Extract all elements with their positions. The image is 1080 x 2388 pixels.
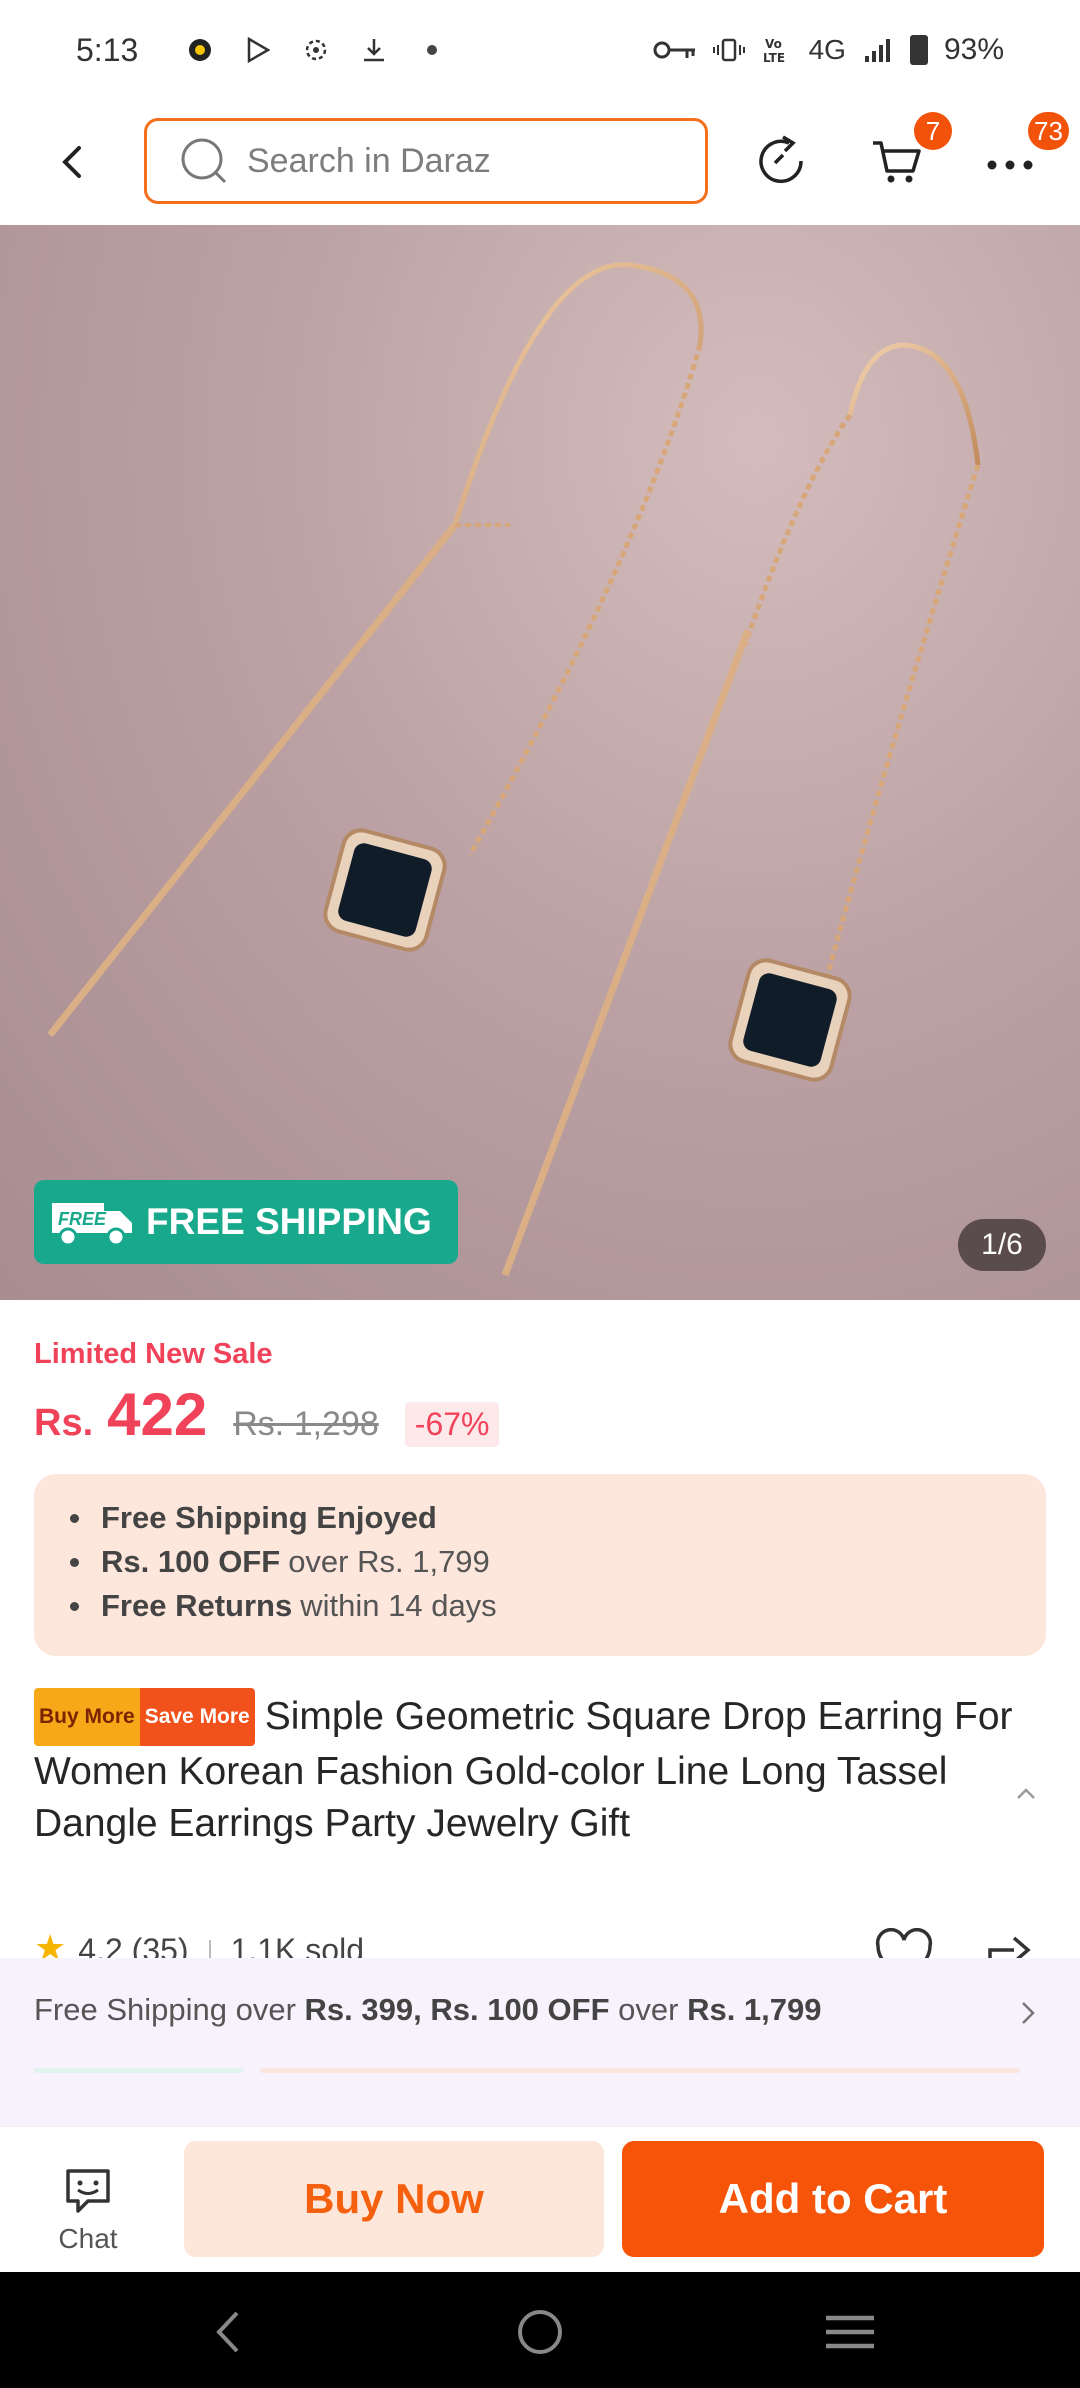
free-shipping-label: FREE SHIPPING [146, 1201, 432, 1242]
chat-button[interactable]: Chat [40, 2165, 136, 2255]
search-input[interactable]: Search in Daraz [144, 118, 708, 204]
save-more-tag: Save More [139, 1688, 255, 1746]
chat-label: Chat [58, 2223, 118, 2254]
download-icon [358, 34, 390, 66]
earrings-illustration [47, 262, 981, 1277]
play-store-icon [242, 34, 274, 66]
sold-count: 1.1K sold [230, 1932, 364, 1958]
status-bar: 5:13 Vo LTE 4G 93% [0, 0, 1080, 100]
benefit-item: Free Shipping Enjoyed [70, 1496, 1046, 1540]
signal-icon [862, 34, 894, 66]
vibrate-icon [712, 34, 745, 66]
benefits-box[interactable]: Free Shipping Enjoyed Rs. 100 OFF over Rs… [34, 1474, 1046, 1656]
more-badge: 73 [1028, 112, 1069, 150]
buy-more-tag: Buy More [34, 1688, 140, 1746]
product-title: Buy More Save More Simple Geometric Square… [34, 1688, 1014, 1850]
refresh-button[interactable] [750, 130, 812, 192]
nav-recents-icon [826, 2315, 874, 2349]
share-icon[interactable] [984, 1928, 1040, 1958]
back-arrow-icon [62, 146, 81, 178]
current-price: 422 [107, 1381, 208, 1448]
rating-row[interactable]: ★ 4.2 (35) 1.1K sold [34, 1928, 364, 1958]
collapse-title-button[interactable] [1012, 1780, 1040, 1808]
wishlist-heart-icon[interactable] [874, 1928, 934, 1958]
benefit-item: Free Returns within 14 days [70, 1584, 1046, 1628]
network-type: 4G [808, 34, 846, 65]
shipping-promo-strip[interactable]: Free Shipping over Rs. 399, Rs. 100 OFF … [0, 1958, 1080, 2126]
dot-icon [416, 34, 448, 66]
nav-back-icon [216, 2311, 239, 2353]
search-placeholder: Search in Daraz [247, 141, 491, 180]
star-icon: ★ [34, 1928, 67, 1958]
system-nav-bar [0, 2272, 1080, 2388]
benefit-item: Rs. 100 OFF over Rs. 1,799 [70, 1540, 1046, 1584]
promo-label: Limited New Sale [34, 1338, 273, 1370]
header: Search in Daraz 7 73 [0, 100, 1080, 225]
image-counter: 1/6 [958, 1219, 1046, 1271]
battery-icon [909, 35, 928, 65]
search-icon [181, 138, 227, 184]
shipping-promo-text: Free Shipping over Rs. 399, Rs. 100 OFF … [34, 1992, 822, 2027]
free-shipping-badge: FREE FREE SHIPPING [34, 1180, 458, 1264]
add-to-cart-button[interactable]: Add to Cart [622, 2141, 1044, 2257]
back-button[interactable] [50, 140, 94, 184]
discount-badge: -67% [404, 1402, 500, 1447]
product-image[interactable]: FREE FREE SHIPPING 1/6 [0, 225, 1080, 1300]
cart-badge: 7 [914, 112, 952, 150]
svg-text:LTE: LTE [763, 51, 785, 65]
more-button[interactable]: 73 [984, 112, 1069, 190]
chevron-up-icon [1017, 1788, 1035, 1799]
nav-back-button[interactable] [198, 2302, 258, 2362]
svg-text:Vo: Vo [765, 37, 782, 51]
status-time: 5:13 [76, 31, 139, 68]
chat-icon [66, 2169, 110, 2213]
progress-segment [34, 2068, 244, 2073]
battery-percent: 93% [943, 33, 1004, 66]
original-price: Rs. 1,298 [233, 1405, 379, 1443]
action-bar: Chat Buy Now Add to Cart [0, 2126, 1080, 2272]
notification-app-icon [184, 34, 216, 66]
buy-now-button[interactable]: Buy Now [184, 2141, 604, 2257]
refresh-icon [759, 135, 803, 184]
cart-button[interactable]: 7 [862, 112, 952, 192]
settings-icon [300, 34, 332, 66]
rating-value: 4.2 (35) [78, 1932, 189, 1958]
wish-share [874, 1928, 1040, 1958]
price-row: Rs. 422 Rs. 1,298 -67% [34, 1380, 500, 1449]
progress-segment [260, 2068, 1020, 2073]
nav-recents-button[interactable] [820, 2302, 880, 2362]
nav-home-button[interactable] [510, 2302, 570, 2362]
chevron-right-icon [1016, 1998, 1040, 2033]
price-currency: Rs. [34, 1402, 94, 1444]
volte-icon: Vo LTE [761, 34, 793, 66]
more-icon [987, 160, 1033, 170]
key-icon [653, 34, 697, 66]
free-badge-text: FREE [58, 1209, 107, 1229]
nav-home-icon [518, 2310, 562, 2354]
delivery-truck-icon: FREE [52, 1203, 132, 1247]
